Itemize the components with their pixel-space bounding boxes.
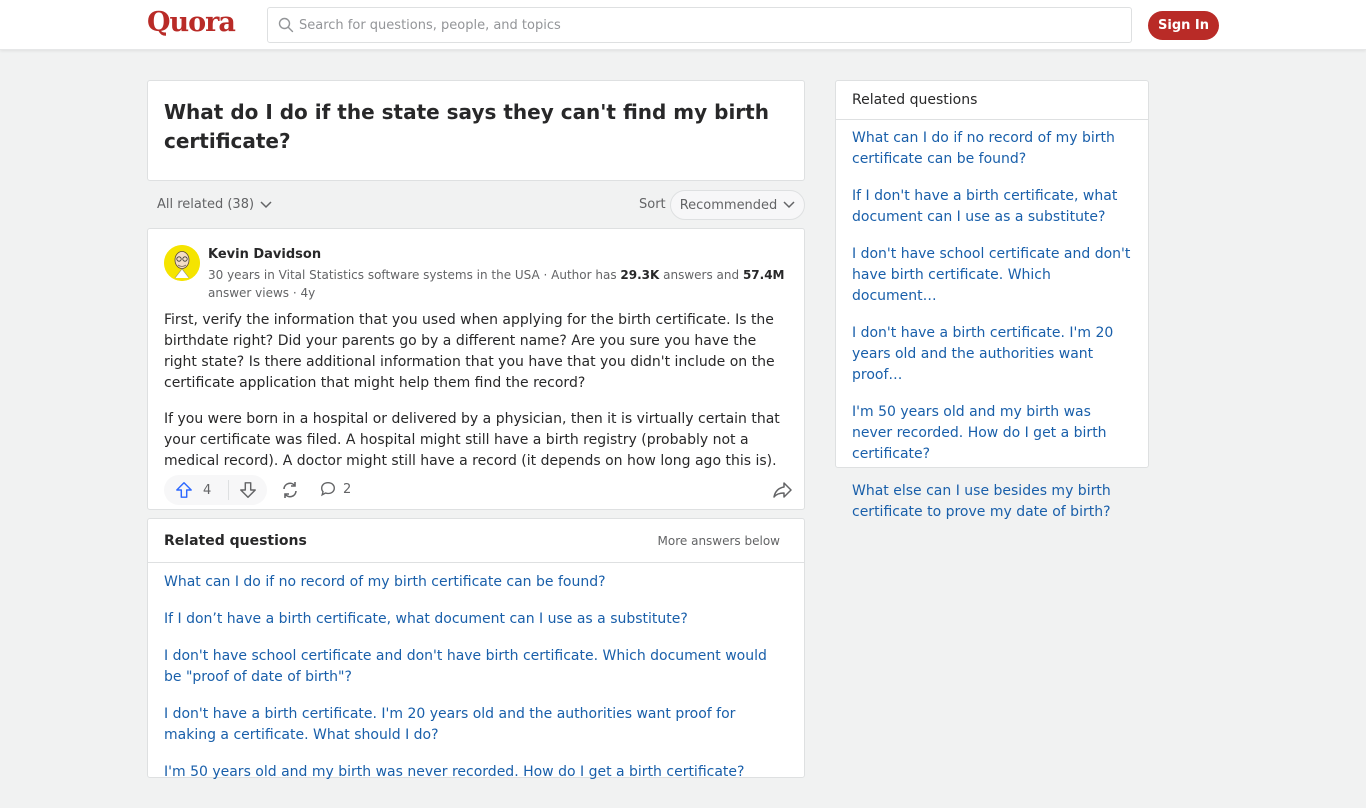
share-button[interactable] bbox=[772, 480, 792, 504]
views-count: 57.4M bbox=[742, 268, 785, 282]
author-name[interactable]: Kevin Davidson bbox=[208, 247, 321, 262]
more-answers-below-label: More answers below bbox=[657, 533, 780, 548]
sort-value: Recommended bbox=[679, 197, 778, 213]
upvote-button[interactable]: 4 bbox=[164, 475, 228, 505]
sidebar-related-link[interactable]: If I don't have a birth certificate, wha… bbox=[852, 186, 1132, 228]
related-question-link[interactable]: I don't have school certificate and don'… bbox=[164, 646, 784, 688]
upvote-count: 4 bbox=[203, 482, 212, 498]
search-input[interactable] bbox=[299, 17, 1099, 33]
comment-bubble-icon bbox=[321, 482, 335, 497]
sort-label: Sort bbox=[639, 197, 666, 212]
related-question-link[interactable]: What can I do if no record of my birth c… bbox=[164, 572, 784, 593]
author-avatar[interactable] bbox=[164, 245, 200, 281]
related-question-link[interactable]: I don't have a birth certificate. I'm 20… bbox=[164, 704, 784, 746]
sidebar-related-link[interactable]: What can I do if no record of my birth c… bbox=[852, 128, 1132, 170]
question-card: What do I do if the state says they can'… bbox=[147, 80, 805, 181]
chevron-down-icon bbox=[260, 200, 272, 208]
sidebar-related-list: What can I do if no record of my birth c… bbox=[836, 120, 1148, 547]
answers-count: 29.3K bbox=[620, 268, 660, 282]
credential-mid: answers and bbox=[659, 268, 743, 282]
sidebar-related-link[interactable]: I don't have a birth certificate. I'm 20… bbox=[852, 323, 1132, 386]
vote-pill: 4 bbox=[164, 475, 267, 505]
answers-filter-bar: All related (38) Sort Recommended bbox=[147, 190, 805, 220]
search-icon bbox=[278, 17, 294, 33]
sidebar-related-link[interactable]: I'm 50 years old and my birth was never … bbox=[852, 402, 1132, 465]
sign-in-button[interactable]: Sign In bbox=[1148, 11, 1219, 40]
quora-logo[interactable]: Quora bbox=[147, 7, 236, 38]
all-related-dropdown[interactable]: All related (38) bbox=[157, 197, 272, 212]
upvote-arrow-icon bbox=[176, 482, 192, 498]
sort-dropdown[interactable]: Recommended bbox=[670, 190, 805, 220]
search-bar[interactable] bbox=[267, 7, 1132, 43]
sidebar-related-questions: Related questions What can I do if no re… bbox=[835, 80, 1149, 520]
credential-text: 30 years in Vital Statistics software sy… bbox=[208, 268, 621, 282]
share-arrow-icon bbox=[773, 482, 792, 498]
chevron-down-icon bbox=[783, 201, 795, 209]
sidebar-related-link[interactable]: I don't have school certificate and don'… bbox=[852, 244, 1132, 307]
related-questions-list: What can I do if no record of my birth c… bbox=[148, 563, 804, 808]
credential-tail: answer views · 4y bbox=[208, 286, 316, 300]
comment-count: 2 bbox=[343, 481, 352, 497]
downvote-button[interactable] bbox=[229, 475, 267, 505]
all-related-label: All related (38) bbox=[157, 197, 255, 212]
author-credential: 30 years in Vital Statistics software sy… bbox=[208, 266, 793, 302]
related-questions-card: Related questions More answers below Wha… bbox=[147, 518, 805, 780]
question-title: What do I do if the state says they can'… bbox=[164, 100, 769, 153]
answer-paragraph: First, verify the information that you u… bbox=[164, 312, 775, 391]
answer-actions: 4 2 bbox=[164, 475, 792, 505]
avatar-cartoon-icon bbox=[164, 245, 200, 281]
downvote-arrow-icon bbox=[240, 482, 256, 498]
related-question-link[interactable]: I'm 50 years old and my birth was never … bbox=[164, 762, 784, 783]
sidebar-related-link[interactable]: What else can I use besides my birth cer… bbox=[852, 481, 1132, 523]
related-question-link[interactable]: If I don’t have a birth certificate, wha… bbox=[164, 609, 784, 630]
related-questions-header: Related questions More answers below bbox=[148, 519, 804, 563]
reshare-icon bbox=[283, 482, 297, 498]
sidebar-related-title: Related questions bbox=[836, 81, 1148, 120]
related-questions-title: Related questions bbox=[164, 532, 307, 549]
comment-button[interactable]: 2 bbox=[319, 480, 351, 498]
reshare-button[interactable] bbox=[280, 480, 300, 504]
answer-card: Kevin Davidson 30 years in Vital Statist… bbox=[147, 228, 805, 510]
top-navigation-bar: Quora Sign In bbox=[0, 0, 1366, 50]
